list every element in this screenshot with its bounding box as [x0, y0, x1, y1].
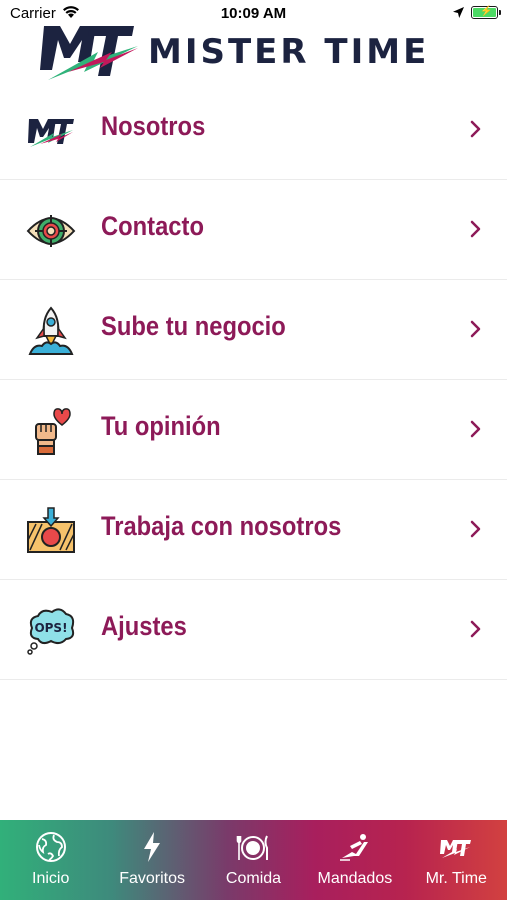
chevron-right-icon — [470, 420, 481, 438]
eye-target-icon — [26, 215, 76, 247]
ops-bubble-icon: OPS! — [27, 608, 75, 655]
runner-icon — [339, 834, 368, 861]
lightning-icon — [144, 832, 161, 862]
chevron-right-icon — [470, 120, 481, 138]
app-header: MISTER TIME — [0, 18, 507, 88]
tab-label: Favoritos — [119, 870, 185, 887]
mister-time-logo-icon — [40, 26, 138, 80]
menu-item-contacto[interactable]: Contacto — [0, 180, 507, 280]
tab-label: Mr. Time — [425, 870, 487, 887]
menu-list: Nosotros Contacto Sube tu negocio Tu opi… — [0, 80, 507, 680]
menu-item-label: Trabaja con nosotros — [101, 511, 342, 541]
chevron-right-icon — [470, 220, 481, 238]
battery-cap — [499, 10, 501, 15]
menu-item-sube-tu-negocio[interactable]: Sube tu negocio — [0, 280, 507, 380]
logo-wordmark: MISTER TIME — [148, 32, 430, 72]
svg-text:OPS!: OPS! — [34, 621, 67, 635]
tab-mandados[interactable]: Mandados — [304, 820, 405, 900]
chevron-right-icon — [470, 520, 481, 538]
tab-favoritos[interactable]: Favoritos — [101, 820, 202, 900]
rocket-icon — [28, 306, 74, 355]
menu-item-tu-opinion[interactable]: Tu opinión — [0, 380, 507, 480]
tab-bar: Inicio Favoritos Comida Mandados Mr. Tim… — [0, 820, 507, 900]
fist-heart-icon — [35, 408, 71, 455]
chevron-right-icon — [470, 320, 481, 338]
menu-item-label: Contacto — [101, 211, 204, 241]
tab-mr-time[interactable]: Mr. Time — [406, 820, 507, 900]
tab-label: Inicio — [32, 870, 70, 887]
menu-item-label: Ajustes — [101, 611, 187, 641]
tab-inicio[interactable]: Inicio — [0, 820, 101, 900]
tab-label: Mandados — [317, 870, 393, 887]
mister-time-logo-icon — [28, 119, 74, 147]
menu-item-trabaja-con-nosotros[interactable]: Trabaja con nosotros — [0, 480, 507, 580]
chevron-right-icon — [470, 620, 481, 638]
menu-item-label: Nosotros — [101, 111, 206, 141]
package-icon — [27, 507, 75, 553]
menu-item-label: Tu opinión — [101, 411, 221, 441]
menu-item-label: Sube tu negocio — [101, 311, 286, 341]
tab-label: Comida — [225, 870, 282, 887]
menu-item-ajustes[interactable]: OPS! Ajustes — [0, 580, 507, 680]
menu-item-nosotros[interactable]: Nosotros — [0, 80, 507, 180]
globe-icon — [35, 832, 66, 862]
mt-logo-icon — [440, 840, 472, 858]
tab-comida[interactable]: Comida — [203, 820, 304, 900]
plate-cutlery-icon — [237, 835, 269, 860]
